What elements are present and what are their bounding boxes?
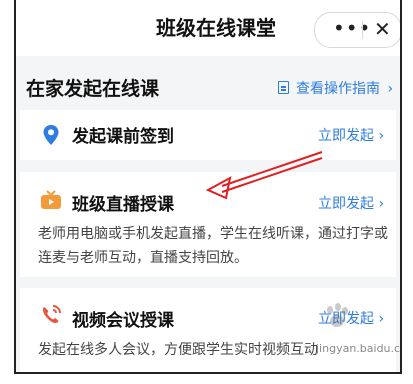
close-icon[interactable]: ✕ [374, 17, 391, 41]
more-dots-icon[interactable]: ••• [333, 16, 371, 40]
guide-label: 查看操作指南 [296, 81, 380, 97]
operation-guide-link[interactable]: 查看操作指南 › [278, 78, 393, 98]
chevron-right-icon: › [387, 81, 394, 97]
app-frame: 班级在线课堂 ••• ✕ 在家发起在线课 查看操作指南 › 发起课前签到 立即发… [14, 0, 402, 374]
tv-live-icon [41, 190, 61, 209]
page-title: 班级在线课堂 [156, 16, 276, 40]
phone-call-icon [43, 305, 61, 323]
launch-label: 立即发起 [318, 128, 374, 144]
section-header: 在家发起在线课 查看操作指南 › [16, 64, 400, 108]
chevron-right-icon: › [378, 196, 385, 212]
chevron-right-icon: › [378, 128, 385, 144]
location-pin-icon [43, 125, 59, 145]
card-title: 班级直播授课 [72, 195, 174, 215]
card-check-in[interactable]: 发起课前签到 立即发起 › [20, 110, 396, 160]
section-title: 在家发起在线课 [26, 78, 160, 100]
card-live-class[interactable]: 班级直播授课 立即发起 › 老师用电脑或手机发起直播，学生在线听课，通过打字或连… [20, 172, 396, 277]
document-icon [278, 81, 289, 94]
title-bar: 班级在线课堂 ••• ✕ [16, 0, 400, 56]
launch-label: 立即发起 [318, 196, 374, 212]
launch-button[interactable]: 立即发起 › [318, 125, 384, 145]
capsule-divider [362, 21, 363, 39]
card-description: 老师用电脑或手机发起直播，学生在线听课，通过打字或连麦与老师互动，直播支持回放。 [38, 226, 388, 266]
watermark-text: jingyan.baidu.com [316, 342, 401, 355]
mini-program-capsule: ••• ✕ [314, 12, 400, 48]
chevron-right-icon: › [378, 311, 385, 327]
card-title: 发起课前签到 [72, 127, 174, 147]
launch-button[interactable]: 立即发起 › [318, 193, 384, 213]
card-title: 视频会议授课 [72, 311, 174, 331]
baidu-paw-watermark-icon [327, 303, 348, 327]
